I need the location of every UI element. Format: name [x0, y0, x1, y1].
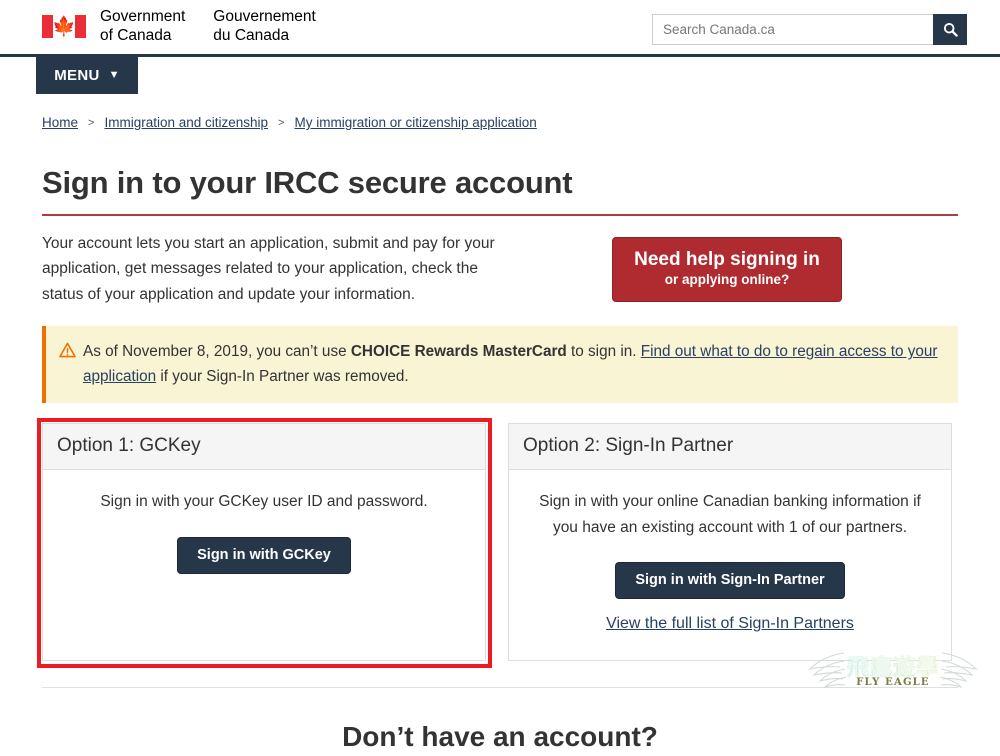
sign-in-options: Option 1: GCKey Sign in with your GCKey …: [37, 418, 958, 669]
wordmark-en-line2: of Canada: [100, 26, 172, 44]
option-panel-gckey: Option 1: GCKey Sign in with your GCKey …: [42, 423, 486, 662]
option-1-body: Sign in with your GCKey user ID and pass…: [43, 470, 485, 574]
sign-in-with-sign-in-partner-button[interactable]: Sign in with Sign-In Partner: [615, 562, 845, 600]
option-2-description: Sign in with your online Canadian bankin…: [539, 493, 921, 536]
wordmark-fr-line2: du Canada: [213, 26, 290, 44]
canada-flag-icon: 🍁: [42, 15, 86, 39]
warning-text-after: if your Sign-In Partner was removed.: [156, 368, 409, 386]
option-2-heading: Option 2: Sign-In Partner: [509, 424, 951, 471]
intro-text: Your account lets you start an applicati…: [42, 234, 495, 303]
government-of-canada-wordmark: 🍁 Government of Canada Gouvernement du C…: [42, 8, 316, 45]
breadcrumb-item-immigration-and-citizenship[interactable]: Immigration and citizenship: [104, 115, 268, 130]
view-full-list-of-sign-in-partners-link[interactable]: View the full list of Sign-In Partners: [531, 615, 929, 633]
breadcrumb-separator: >: [88, 116, 95, 129]
warning-text-before: As of November 8, 2019, you can’t use: [83, 343, 351, 361]
breadcrumb: Home > Immigration and citizenship > My …: [42, 92, 958, 130]
sign-in-with-gckey-button[interactable]: Sign in with GCKey: [177, 536, 351, 574]
wordmark-fr-line1: Gouvernement: [213, 8, 316, 25]
warning-text: As of November 8, 2019, you can’t use CH…: [83, 339, 944, 389]
dont-have-an-account-heading: Don’t have an account?: [342, 721, 658, 753]
breadcrumb-separator: >: [278, 116, 285, 129]
page-title: Sign in to your IRCC secure account: [42, 165, 958, 216]
main-content: Home > Immigration and citizenship > My …: [0, 92, 1000, 753]
option-1-heading: Option 1: GCKey: [43, 424, 485, 471]
option-2-body: Sign in with your online Canadian bankin…: [509, 470, 951, 633]
section-divider: [42, 687, 958, 689]
breadcrumb-item-my-application[interactable]: My immigration or citizenship applicatio…: [294, 115, 536, 130]
warning-banner: As of November 8, 2019, you can’t use CH…: [42, 326, 958, 404]
wordmark-en-line1: Government: [100, 8, 186, 25]
search-button[interactable]: [933, 14, 967, 45]
warning-text-middle: to sign in.: [566, 343, 641, 361]
chevron-down-icon: ▼: [108, 68, 120, 81]
site-header: 🍁 Government of Canada Gouvernement du C…: [0, 0, 1000, 57]
search-input[interactable]: [652, 14, 933, 45]
menu-bar: MENU ▼: [0, 56, 1000, 94]
option-1-description: Sign in with your GCKey user ID and pass…: [100, 493, 428, 511]
intro-row: Your account lets you start an applicati…: [42, 231, 958, 308]
warning-text-bold: CHOICE Rewards MasterCard: [350, 343, 567, 361]
help-button-line2: or applying online?: [664, 272, 790, 288]
help-button-line1: Need help signing in: [634, 248, 820, 270]
warning-triangle-icon: [59, 342, 76, 363]
breadcrumb-item-home[interactable]: Home: [42, 115, 78, 130]
option-panel-sign-in-partner: Option 2: Sign-In Partner Sign in with y…: [508, 423, 952, 662]
need-help-signing-in-button[interactable]: Need help signing in or applying online?: [612, 236, 842, 303]
menu-button-label: MENU: [54, 66, 100, 84]
help-button-wrapper: Need help signing in or applying online?: [612, 236, 842, 303]
site-search[interactable]: [652, 14, 967, 45]
menu-button[interactable]: MENU ▼: [36, 56, 138, 94]
search-icon: [943, 22, 958, 37]
wordmark-text: Government of Canada Gouvernement du Can…: [100, 8, 316, 45]
